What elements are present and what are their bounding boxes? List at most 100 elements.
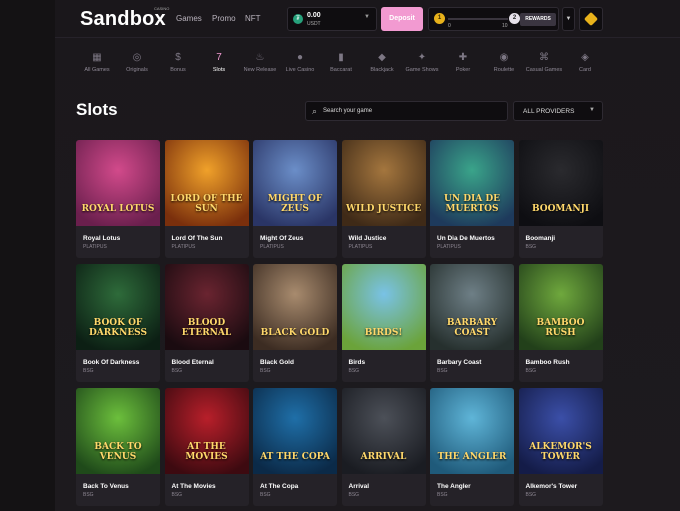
game-card[interactable]: BOOK OF DARKNESS Book Of Darkness BSG <box>76 264 160 382</box>
level-progress[interactable]: 1 2 0 10 REWARDS <box>428 7 559 31</box>
level-max: 10 <box>502 23 508 29</box>
game-thumbnail[interactable]: BACK TO VENUS <box>76 388 160 474</box>
game-provider: BSG <box>83 368 94 374</box>
game-thumbnail[interactable]: ARRIVAL <box>341 388 426 474</box>
category-label: Blackjack <box>370 67 394 73</box>
game-thumbnail[interactable]: WILD JUSTICE <box>341 140 426 226</box>
game-provider: PLATIPUS <box>83 244 107 250</box>
balance-selector[interactable]: ₮ 0.00 USDT ▼ <box>287 7 377 31</box>
nav-nft[interactable]: NFT <box>245 14 261 23</box>
search-icon: ⌕ <box>312 106 318 116</box>
game-art-title: BACK TO VENUS <box>94 442 142 462</box>
game-thumbnail[interactable]: THE ANGLER <box>430 388 514 474</box>
game-provider: BSG <box>348 492 360 498</box>
category-label: Card <box>579 67 591 73</box>
game-card[interactable]: ROYAL LOTUS Royal Lotus PLATIPUS <box>76 140 160 258</box>
game-thumbnail[interactable]: AT THE COPA <box>253 388 337 474</box>
category-card[interactable]: ◈ Card <box>563 48 607 74</box>
game-card[interactable]: LORD OF THE SUN Lord Of The Sun PLATIPUS <box>164 140 249 258</box>
game-art-title: ALKEMOR'S TOWER <box>529 442 592 462</box>
game-card[interactable]: ARRIVAL Arrival BSG <box>341 388 426 506</box>
game-art-title: BIRDS! <box>364 328 403 338</box>
rewards-dropdown-chevron-icon[interactable]: ▼ <box>562 7 575 31</box>
game-card[interactable]: BIRDS! Birds BSG <box>341 264 426 382</box>
game-card[interactable]: THE ANGLER The Angler BSG <box>430 388 514 506</box>
category-label: All Games <box>84 67 110 73</box>
category-baccarat[interactable]: ▮ Baccarat <box>319 48 363 74</box>
game-name: Alkemor's Tower <box>525 483 578 490</box>
game-name: Back To Venus <box>83 483 129 490</box>
game-provider: BSG <box>437 368 448 374</box>
category-label: New Release <box>243 67 277 73</box>
logo-subtitle: CASINO <box>154 6 170 11</box>
chevron-down-icon: ▼ <box>364 14 370 20</box>
game-provider: BSG <box>83 492 94 498</box>
game-card[interactable]: UN DIA DE MUERTOS Un Dia De Muertos PLATIP… <box>430 140 514 258</box>
game-art-title: ARRIVAL <box>360 452 407 462</box>
game-art-title: BAMBOO RUSH <box>536 318 585 338</box>
game-name: Un Dia De Muertos <box>437 235 495 242</box>
card-icon: ◈ <box>581 52 589 63</box>
game-card[interactable]: ALKEMOR'S TOWER Alkemor's Tower BSG <box>518 388 603 506</box>
sandbox-logo[interactable]: Sandbox <box>80 8 166 31</box>
category-originals[interactable]: ◎ Originals <box>115 48 159 74</box>
game-art-title: AT THE MOVIES <box>185 442 228 462</box>
game-name: Barbary Coast <box>437 359 482 366</box>
game-provider: BSG <box>525 244 537 250</box>
game-name: Wild Justice <box>348 235 387 242</box>
nav-promo[interactable]: Promo <box>212 14 236 23</box>
game-card[interactable]: BLACK GOLD Black Gold BSG <box>253 264 337 382</box>
category-live-casino[interactable]: ● Live Casino <box>278 48 322 74</box>
game-thumbnail[interactable]: ROYAL LOTUS <box>76 140 160 226</box>
game-card[interactable]: AT THE COPA At The Copa BSG <box>253 388 337 506</box>
level-min: 0 <box>448 23 451 29</box>
category-roulette[interactable]: ◉ Roulette <box>482 48 526 74</box>
game-thumbnail[interactable]: BARBARY COAST <box>430 264 514 350</box>
game-thumbnail[interactable]: ALKEMOR'S TOWER <box>518 388 603 474</box>
game-thumbnail[interactable]: BIRDS! <box>341 264 426 350</box>
category-poker[interactable]: ✚ Poker <box>441 48 485 74</box>
level-progress-bar <box>448 18 508 20</box>
game-thumbnail[interactable]: AT THE MOVIES <box>164 388 249 474</box>
search-input[interactable]: ⌕ Search your game <box>305 101 508 121</box>
game-thumbnail[interactable]: BLACK GOLD <box>253 264 337 350</box>
category-all-games[interactable]: ▦ All Games <box>75 48 119 74</box>
game-art-title: BLOOD ETERNAL <box>181 318 232 338</box>
category-game-shows[interactable]: ✦ Game Shows <box>400 48 444 74</box>
game-card[interactable]: BOOMANJI Boomanji BSG <box>518 140 603 258</box>
game-thumbnail[interactable]: UN DIA DE MUERTOS <box>430 140 514 226</box>
game-art-title: WILD JUSTICE <box>345 204 422 214</box>
category-bonus[interactable]: $ Bonus <box>156 48 200 74</box>
game-thumbnail[interactable]: BOOK OF DARKNESS <box>76 264 160 350</box>
game-thumbnail[interactable]: MIGHT OF ZEUS <box>253 140 337 226</box>
game-art-title: ROYAL LOTUS <box>81 204 155 214</box>
game-card[interactable]: MIGHT OF ZEUS Might Of Zeus PLATIPUS <box>253 140 337 258</box>
usdt-coin-icon: ₮ <box>293 14 303 24</box>
provider-filter-select[interactable]: ALL PROVIDERS ▼ <box>513 101 603 121</box>
poker-chip-icon: ✚ <box>458 52 468 63</box>
deposit-button[interactable]: Deposit <box>381 7 423 31</box>
nav-games[interactable]: Games <box>176 14 202 23</box>
game-thumbnail[interactable]: LORD OF THE SUN <box>164 140 249 226</box>
game-card[interactable]: AT THE MOVIES At The Movies BSG <box>164 388 249 506</box>
category-casual-games[interactable]: ⌘ Casual Games <box>522 48 566 74</box>
game-thumbnail[interactable]: BOOMANJI <box>518 140 603 226</box>
game-provider: BSG <box>525 368 537 374</box>
category-label: Game Shows <box>405 67 439 73</box>
game-card[interactable]: BACK TO VENUS Back To Venus BSG <box>76 388 160 506</box>
game-thumbnail[interactable]: BAMBOO RUSH <box>518 264 603 350</box>
rewards-button[interactable]: REWARDS <box>520 13 556 26</box>
category-label: Casual Games <box>525 67 563 73</box>
category-blackjack[interactable]: ◆ Blackjack <box>360 48 404 74</box>
game-card[interactable]: WILD JUSTICE Wild Justice PLATIPUS <box>341 140 426 258</box>
category-new-release[interactable]: ♨ New Release <box>238 48 282 74</box>
category-slots[interactable]: 7 Slots <box>197 48 241 74</box>
game-provider: BSG <box>348 368 360 374</box>
game-card[interactable]: BAMBOO RUSH Bamboo Rush BSG <box>518 264 603 382</box>
current-level-badge: 1 <box>434 13 445 24</box>
game-card[interactable]: BLOOD ETERNAL Blood Eternal BSG <box>164 264 249 382</box>
token-wallet-icon[interactable] <box>579 7 603 31</box>
game-card[interactable]: BARBARY COAST Barbary Coast BSG <box>430 264 514 382</box>
baccarat-cards-icon: ▮ <box>338 52 344 63</box>
game-thumbnail[interactable]: BLOOD ETERNAL <box>164 264 249 350</box>
